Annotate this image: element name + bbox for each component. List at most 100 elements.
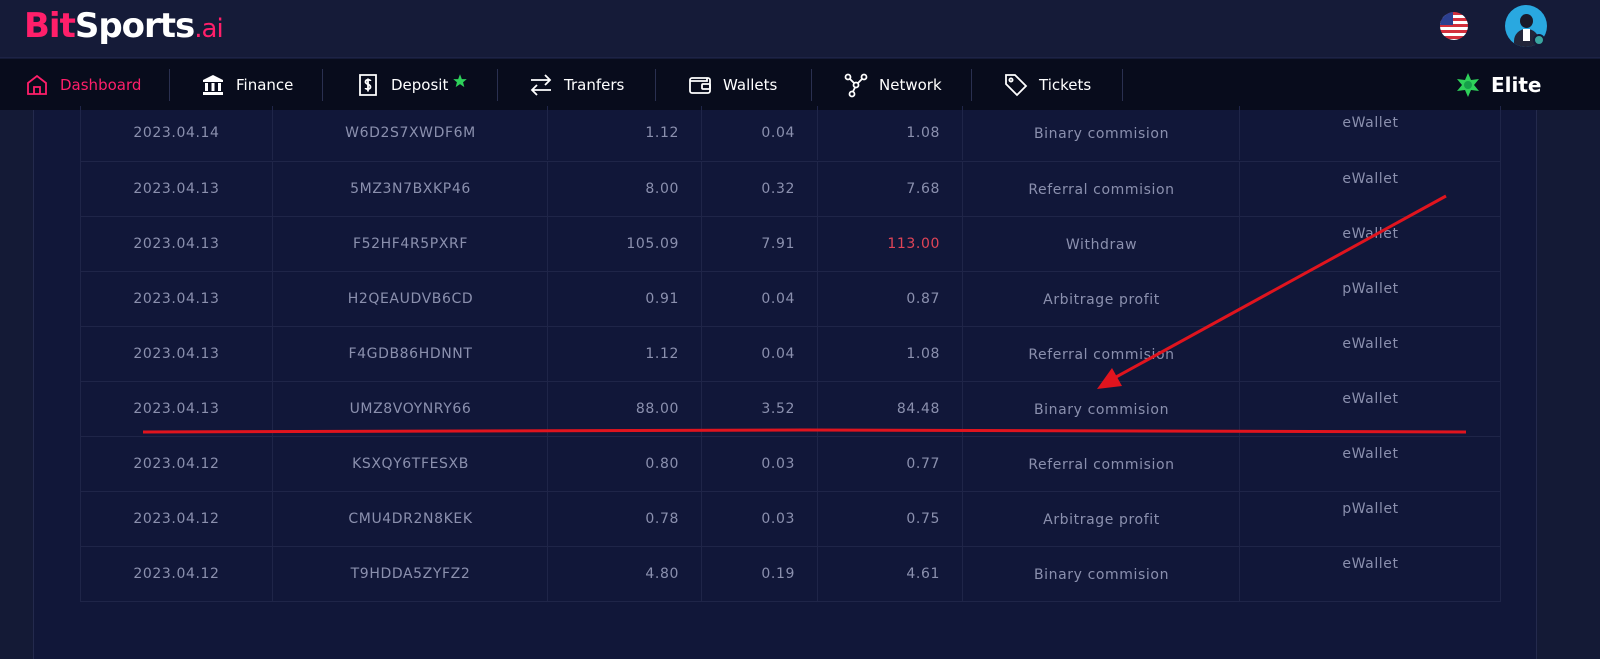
tx-net: 7.68 [819,162,963,216]
tx-code: W6D2S7XWDF6M [274,106,548,160]
top-header: BitSports.ai [0,0,1600,58]
tx-fee: 0.32 [703,162,818,216]
tx-fee: 0.19 [703,547,818,601]
transactions-table: 2023.04.14 W6D2S7XWDF6M 1.12 0.04 1.08 Binary… [80,106,1501,602]
nav-dashboard[interactable]: Dashboard [24,59,141,110]
tx-code: 5MZ3N7BXKP46 [274,162,548,216]
tx-amount: 4.80 [549,547,702,601]
nav-deposit-label: Deposit [391,75,449,94]
tx-amount: 0.91 [549,272,702,326]
nav-divider [497,69,498,101]
main-nav: Dashboard Finance Deposit Tranfers Walle… [0,59,1600,110]
tx-type: Referral commision [964,327,1240,381]
nav-wallets[interactable]: Wallets [687,59,777,110]
tx-amount: 88.00 [549,382,702,436]
wallet-icon [689,76,711,94]
table-row: 2023.04.13 5MZ3N7BXKP46 8.00 0.32 7.68 Referr… [81,161,1500,216]
nav-divider [811,69,812,101]
tx-type: Arbitrage profit [964,492,1240,546]
table-row: 2023.04.12 T9HDDA5ZYFZ2 4.80 0.19 4.61 Binary… [81,546,1500,601]
tx-type: Referral commision [964,437,1240,491]
us-flag-icon[interactable] [1440,12,1468,40]
nav-tickets[interactable]: Tickets [1003,59,1091,110]
logo-bit: Bit [24,6,76,46]
tx-type: Binary commision [964,382,1240,436]
tx-fee: 0.04 [703,272,818,326]
tx-amount: 105.09 [549,217,702,271]
online-status-dot [1533,34,1545,46]
home-icon [27,74,47,95]
tx-fee: 0.04 [703,106,818,160]
nav-deposit[interactable]: Deposit [355,59,468,110]
tx-fee: 0.03 [703,492,818,546]
tx-amount: 0.78 [549,492,702,546]
tx-code: F4GDB86HDNNT [274,327,548,381]
tx-net: 1.08 [819,106,963,160]
tx-date: 2023.04.13 [81,272,273,326]
table-row: 2023.04.12 KSXQY6TFESXB 0.80 0.03 0.77 Referr… [81,436,1500,491]
tx-date: 2023.04.13 [81,162,273,216]
tx-date: 2023.04.12 [81,492,273,546]
tx-wallet: pWallet [1342,501,1399,517]
table-row: 2023.04.14 W6D2S7XWDF6M 1.12 0.04 1.08 Binary… [81,106,1500,161]
tx-code: F52HF4R5PXRF [274,217,548,271]
tx-wallet: eWallet [1342,556,1399,572]
green-star-icon [453,73,468,87]
nav-divider [655,69,656,101]
tx-date: 2023.04.13 [81,382,273,436]
tx-wallet: pWallet [1342,281,1399,297]
tx-wallet: eWallet [1342,391,1399,407]
nav-tickets-label: Tickets [1039,75,1092,94]
nav-transfers-label: Tranfers [564,75,625,94]
tx-net: 1.08 [819,327,963,381]
elite-star-icon [1457,72,1479,97]
tx-date: 2023.04.12 [81,547,273,601]
nav-transfers[interactable]: Tranfers [528,59,624,110]
tx-code: KSXQY6TFESXB [274,437,548,491]
nav-divider [971,69,972,101]
tx-amount: 8.00 [549,162,702,216]
tx-code: T9HDDA5ZYFZ2 [274,547,548,601]
tx-wallet: eWallet [1342,115,1399,131]
tx-code: H2QEAUDVB6CD [274,272,548,326]
tx-net: 0.77 [819,437,963,491]
tx-net: 0.87 [819,272,963,326]
logo-sports: Sports [74,6,195,46]
nav-finance-label: Finance [236,75,294,94]
tx-date: 2023.04.13 [81,327,273,381]
tx-fee: 7.91 [703,217,818,271]
tx-type: Binary commision [964,547,1240,601]
tx-fee: 0.04 [703,327,818,381]
table-row: 2023.04.13 UMZ8VOYNRY66 88.00 3.52 84.48 Bina… [81,381,1500,436]
table-row: 2023.04.13 F52HF4R5PXRF 105.09 7.91 113.00 Wi… [81,216,1500,271]
table-row: 2023.04.13 H2QEAUDVB6CD 0.91 0.04 0.87 Arbitr… [81,271,1500,326]
tx-fee: 0.03 [703,437,818,491]
nav-divider [169,69,170,101]
tx-net: 0.75 [819,492,963,546]
nav-divider [1122,69,1123,101]
nav-finance[interactable]: Finance [200,59,293,110]
tx-date: 2023.04.13 [81,217,273,271]
tx-fee: 3.52 [703,382,818,436]
tx-amount: 1.12 [549,106,702,160]
brand-logo[interactable]: BitSports.ai [24,4,224,48]
tx-date: 2023.04.12 [81,437,273,491]
table-row: 2023.04.13 F4GDB86HDNNT 1.12 0.04 1.08 Referr… [81,326,1500,381]
bank-icon [203,74,223,95]
rank-badge[interactable]: Elite [1455,59,1542,110]
tx-wallet: eWallet [1342,446,1399,462]
tag-icon [1005,73,1028,96]
tx-type: Binary commision [964,106,1240,160]
tx-wallet: eWallet [1342,226,1399,242]
tx-date: 2023.04.14 [81,106,273,160]
tx-amount: 0.80 [549,437,702,491]
tx-type: Referral commision [964,162,1240,216]
tx-type: Withdraw [964,217,1240,271]
nav-divider [322,69,323,101]
tx-wallet: eWallet [1342,336,1399,352]
tx-wallet: eWallet [1342,171,1399,187]
nav-network[interactable]: Network [843,59,942,110]
tx-code: UMZ8VOYNRY66 [274,382,548,436]
tx-net: 113.00 [819,217,963,271]
tx-net: 4.61 [819,547,963,601]
